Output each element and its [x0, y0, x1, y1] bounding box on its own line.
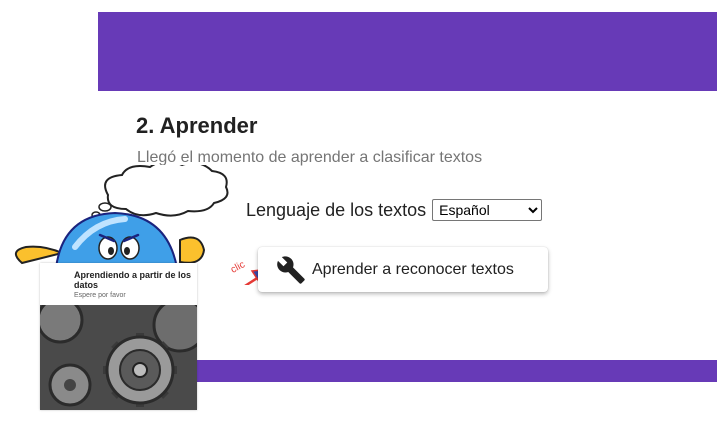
gears-image [40, 305, 197, 410]
section-title: 2. Aprender [136, 113, 258, 138]
header-banner [98, 12, 717, 91]
learn-button-label: Aprender a reconocer textos [312, 260, 514, 278]
learn-button[interactable]: Aprender a reconocer textos [258, 247, 548, 292]
language-select[interactable]: Español [432, 199, 543, 221]
thought-bubble-icon [91, 165, 229, 219]
loading-card-title: Aprendiendo a partir de los datos [74, 270, 192, 290]
loading-card-subtitle: Espere por favor [74, 292, 126, 299]
language-label: Lenguaje de los textos [246, 199, 427, 220]
language-row: Lenguaje de los textos Español [246, 199, 543, 221]
loading-card: Aprendiendo a partir de los datos Espere… [40, 263, 197, 410]
wrench-icon [277, 255, 305, 284]
